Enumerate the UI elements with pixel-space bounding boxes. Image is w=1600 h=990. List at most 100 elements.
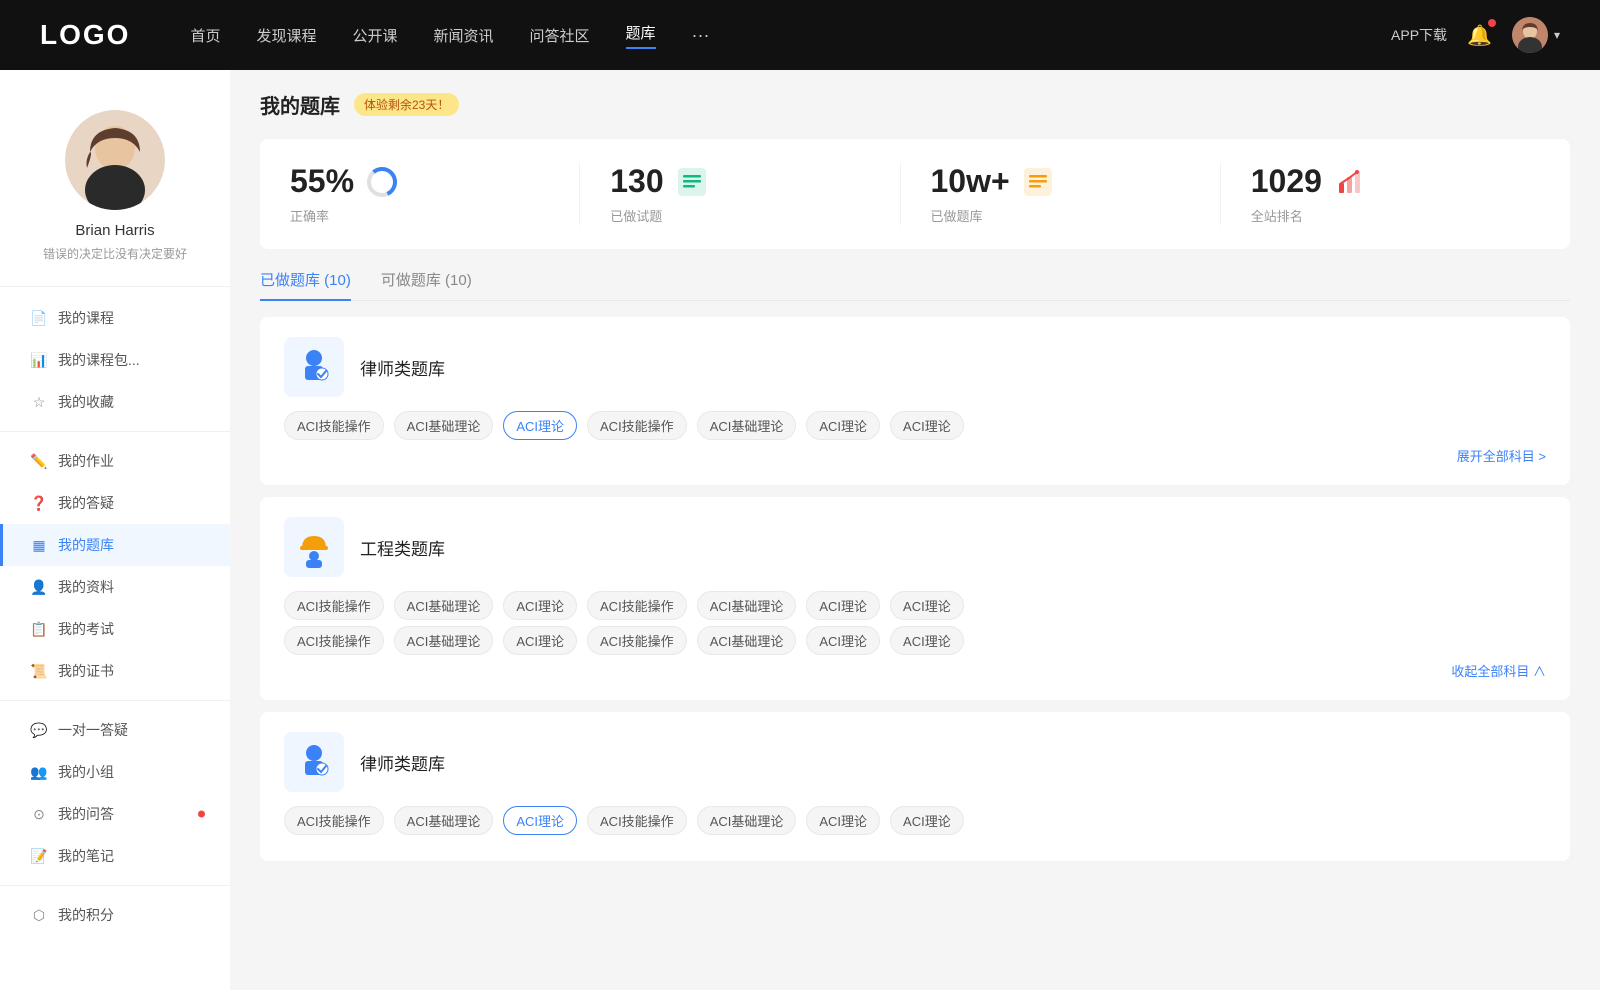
chat-icon: 💬 <box>30 721 48 739</box>
stat-questions-done: 130 已做试题 <box>580 163 900 225</box>
list-orange-icon <box>1022 166 1054 198</box>
user-avatar-menu[interactable]: ▾ <box>1512 17 1560 53</box>
stat-label-correct: 正确率 <box>290 206 329 225</box>
tags-row-lawyer1: ACI技能操作 ACI基础理论 ACI理论 ACI技能操作 ACI基础理论 AC… <box>284 411 1546 440</box>
tag-item[interactable]: ACI技能操作 <box>284 411 384 440</box>
tag-item[interactable]: ACI理论 <box>806 806 880 835</box>
nav-qbank[interactable]: 题库 <box>626 22 656 49</box>
nav-open-course[interactable]: 公开课 <box>352 25 397 46</box>
sidebar-item-my-course[interactable]: 📄 我的课程 <box>0 297 230 339</box>
bank-card-lawyer1: 律师类题库 ACI技能操作 ACI基础理论 ACI理论 ACI技能操作 ACI基… <box>260 317 1570 485</box>
tabs-bar: 已做题库 (10) 可做题库 (10) <box>260 269 1570 301</box>
note-icon: 📝 <box>30 847 48 865</box>
tag-item[interactable]: ACI理论 <box>806 411 880 440</box>
nav-more[interactable]: ··· <box>692 25 710 46</box>
tab-done[interactable]: 已做题库 (10) <box>260 269 351 300</box>
lawyer-icon-2 <box>284 732 344 792</box>
stat-top-banks: 10w+ <box>931 163 1054 200</box>
sidebar-item-my-notes[interactable]: 📝 我的笔记 <box>0 835 230 877</box>
tag-item[interactable]: ACI理论 <box>503 626 577 655</box>
sidebar-item-my-homework[interactable]: ✏️ 我的作业 <box>0 440 230 482</box>
tag-item[interactable]: ACI基础理论 <box>394 591 494 620</box>
notification-badge <box>1488 19 1496 27</box>
sidebar-label-my-data: 我的资料 <box>58 577 114 597</box>
tag-item[interactable]: ACI理论 <box>806 591 880 620</box>
profile-section: Brian Harris 错误的决定比没有决定要好 <box>0 90 230 287</box>
sidebar-item-my-favorites[interactable]: ☆ 我的收藏 <box>0 381 230 423</box>
avatar <box>1512 17 1548 53</box>
logo: LOGO <box>40 19 130 51</box>
sidebar-item-my-answers[interactable]: ⊙ 我的问答 <box>0 793 230 835</box>
tag-item[interactable]: ACI技能操作 <box>284 591 384 620</box>
expand-button-lawyer1[interactable]: 展开全部科目 > <box>284 446 1546 465</box>
stat-label-banks: 已做题库 <box>931 206 983 225</box>
sidebar-item-my-course-pkg[interactable]: 📊 我的课程包... <box>0 339 230 381</box>
stat-value-rank: 1029 <box>1251 163 1322 200</box>
sidebar-item-my-qbank[interactable]: ▦ 我的题库 <box>0 524 230 566</box>
stat-label-rank: 全站排名 <box>1251 206 1303 225</box>
tag-item[interactable]: ACI理论 <box>890 591 964 620</box>
tag-item[interactable]: ACI技能操作 <box>587 411 687 440</box>
lawyer-icon-1 <box>284 337 344 397</box>
bank-card-header-lawyer1: 律师类题库 <box>284 337 1546 397</box>
tag-item[interactable]: ACI技能操作 <box>587 591 687 620</box>
stat-top-rank: 1029 <box>1251 163 1366 200</box>
doc-icon: 📄 <box>30 309 48 327</box>
sidebar-item-one-on-one[interactable]: 💬 一对一答疑 <box>0 709 230 751</box>
tag-item[interactable]: ACI基础理论 <box>394 806 494 835</box>
main-content: 我的题库 体验剩余23天！ 55% 正确率 <box>230 70 1600 990</box>
stat-top-questions: 130 <box>610 163 707 200</box>
tag-item[interactable]: ACI技能操作 <box>587 626 687 655</box>
sidebar-item-my-cert[interactable]: 📜 我的证书 <box>0 650 230 692</box>
tag-item[interactable]: ACI技能操作 <box>284 626 384 655</box>
tab-available[interactable]: 可做题库 (10) <box>381 269 472 300</box>
sidebar-label-my-qa: 我的答疑 <box>58 493 114 513</box>
pie-chart-icon <box>366 166 398 198</box>
tags-row-engineer-2: ACI技能操作 ACI基础理论 ACI理论 ACI技能操作 ACI基础理论 AC… <box>284 626 1546 655</box>
tag-item[interactable]: ACI基础理论 <box>394 411 494 440</box>
nav-links: 首页 发现课程 公开课 新闻资讯 问答社区 题库 ··· <box>190 22 1391 49</box>
navbar: LOGO 首页 发现课程 公开课 新闻资讯 问答社区 题库 ··· APP下载 … <box>0 0 1600 70</box>
collapse-button-engineer[interactable]: 收起全部科目 ∧ <box>284 661 1546 680</box>
stat-banks-done: 10w+ 已做题库 <box>901 163 1221 225</box>
file-icon: 📋 <box>30 620 48 638</box>
sidebar-item-my-data[interactable]: 👤 我的资料 <box>0 566 230 608</box>
tag-item[interactable]: ACI基础理论 <box>394 626 494 655</box>
sidebar-label-my-notes: 我的笔记 <box>58 846 114 866</box>
tag-item[interactable]: ACI基础理论 <box>697 411 797 440</box>
sidebar-label-my-favorites: 我的收藏 <box>58 392 114 412</box>
tag-item-active[interactable]: ACI理论 <box>503 411 577 440</box>
tag-item[interactable]: ACI理论 <box>890 411 964 440</box>
profile-name: Brian Harris <box>75 222 154 239</box>
nav-home[interactable]: 首页 <box>190 25 220 46</box>
sidebar-label-my-group: 我的小组 <box>58 762 114 782</box>
main-layout: Brian Harris 错误的决定比没有决定要好 📄 我的课程 📊 我的课程包… <box>0 70 1600 990</box>
tag-item[interactable]: ACI理论 <box>890 806 964 835</box>
tag-item[interactable]: ACI基础理论 <box>697 591 797 620</box>
navbar-right: APP下载 🔔 ▾ <box>1391 17 1560 53</box>
page-title: 我的题库 <box>260 90 340 119</box>
tag-item[interactable]: ACI理论 <box>806 626 880 655</box>
nav-news[interactable]: 新闻资讯 <box>434 25 494 46</box>
sidebar-label-my-course-pkg: 我的课程包... <box>58 350 140 370</box>
tag-item[interactable]: ACI技能操作 <box>284 806 384 835</box>
sidebar-item-my-points[interactable]: ⬡ 我的积分 <box>0 894 230 936</box>
tag-item[interactable]: ACI理论 <box>503 591 577 620</box>
stat-value-correct: 55% <box>290 163 354 200</box>
app-download-link[interactable]: APP下载 <box>1391 25 1447 45</box>
tag-item[interactable]: ACI技能操作 <box>587 806 687 835</box>
sidebar-label-my-points: 我的积分 <box>58 905 114 925</box>
edit-icon: ✏️ <box>30 452 48 470</box>
answer-badge <box>198 811 205 818</box>
tag-item-active[interactable]: ACI理论 <box>503 806 577 835</box>
sidebar-item-my-group[interactable]: 👥 我的小组 <box>0 751 230 793</box>
tag-item[interactable]: ACI基础理论 <box>697 626 797 655</box>
sidebar-item-my-qa[interactable]: ❓ 我的答疑 <box>0 482 230 524</box>
tag-item[interactable]: ACI理论 <box>890 626 964 655</box>
sidebar-item-my-exam[interactable]: 📋 我的考试 <box>0 608 230 650</box>
tag-item[interactable]: ACI基础理论 <box>697 806 797 835</box>
nav-discover[interactable]: 发现课程 <box>256 25 316 46</box>
notification-bell[interactable]: 🔔 <box>1467 23 1492 48</box>
bank-card-lawyer2: 律师类题库 ACI技能操作 ACI基础理论 ACI理论 ACI技能操作 ACI基… <box>260 712 1570 861</box>
nav-qa[interactable]: 问答社区 <box>530 25 590 46</box>
